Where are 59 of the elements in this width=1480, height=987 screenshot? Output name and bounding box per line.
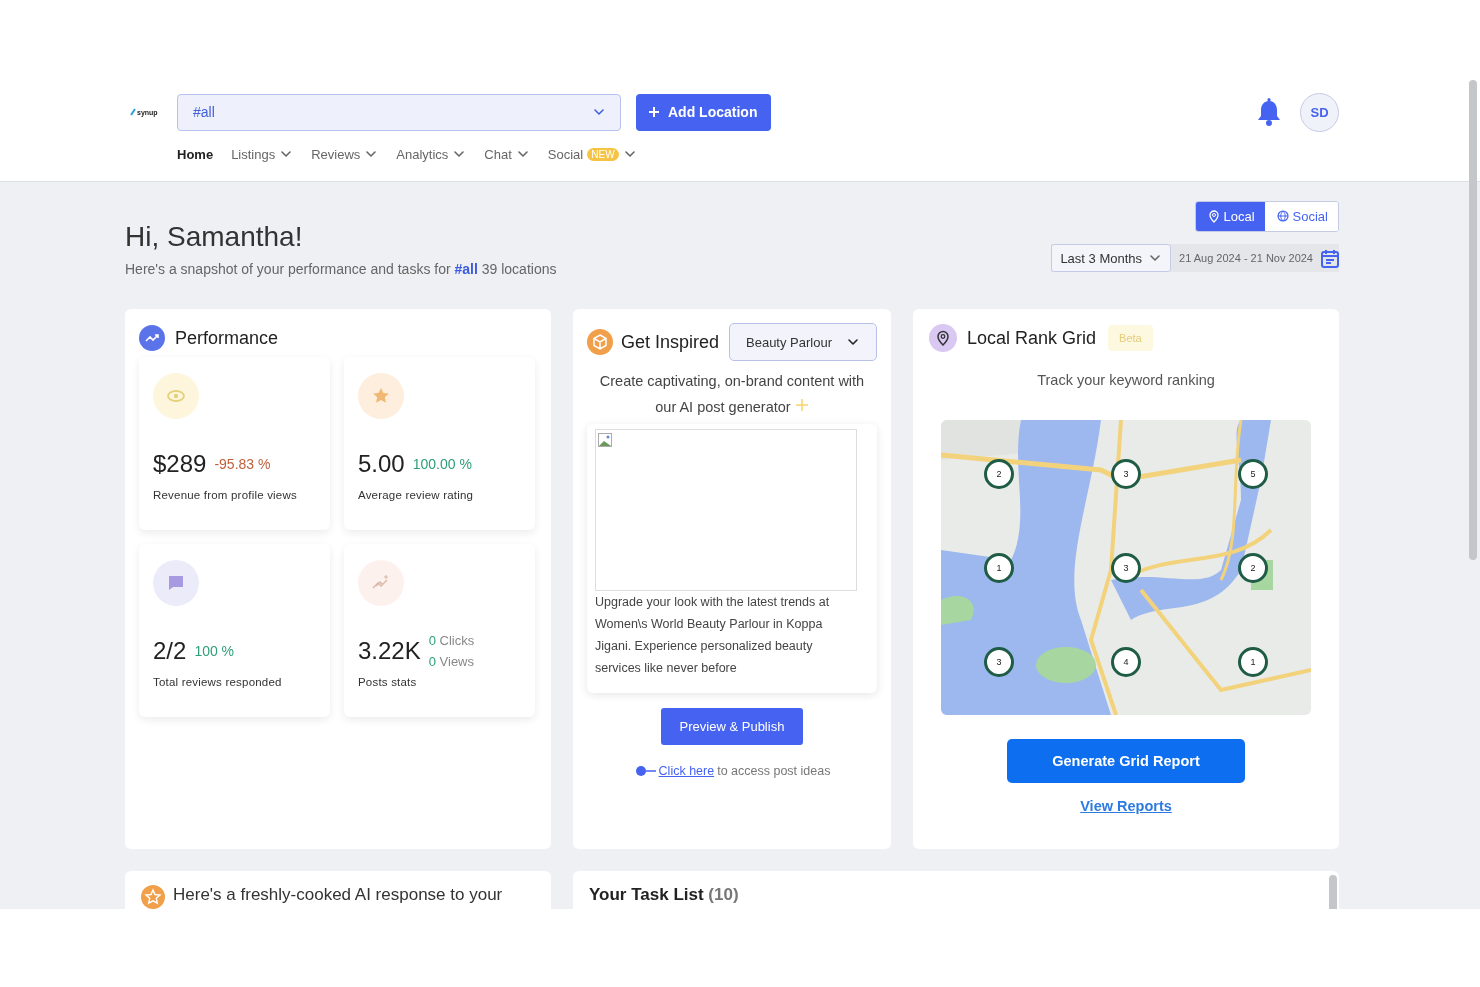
star-icon [372, 387, 390, 405]
plus-icon [648, 106, 660, 118]
date-range: 21 Aug 2024 - 21 Nov 2024 [1178, 252, 1314, 264]
breakdown-text: 0 Views [428, 654, 475, 669]
summary-text: Here's a snapshot of your performance and tasks for #all 39 locations [125, 261, 557, 277]
broken-image-icon [598, 433, 612, 447]
generate-report-button[interactable]: Generate Grid Report [1007, 739, 1245, 783]
card-title: Here's a freshly-cooked AI response to your [173, 885, 503, 905]
calendar-icon[interactable] [1321, 248, 1339, 268]
change-percent: 100 % [194, 643, 235, 659]
stat-value: 2/2 [153, 637, 187, 665]
change-percent: -95.83 % [214, 456, 271, 472]
post-text: Upgrade your look with the latest trends at Women\s World Beauty Parlour in Koppa Jigani. Experience personalized beauty services like never before [595, 594, 831, 677]
globe-icon [1276, 210, 1289, 223]
subtitle-text: Track your keyword ranking [1037, 372, 1215, 388]
card-title: Your Task List (10) [589, 885, 739, 905]
view-reports-link[interactable]: View Reports [1080, 798, 1172, 814]
avatar[interactable]: SD [1300, 92, 1339, 132]
scrollbar[interactable] [1329, 875, 1337, 909]
period-select[interactable]: Last 3 Months [1051, 244, 1172, 272]
card-title: Get Inspired [621, 331, 720, 353]
scrollbar[interactable] [1469, 80, 1477, 560]
stat-value: 5.00 [358, 450, 405, 478]
hint-text: to access post ideas [717, 764, 831, 778]
preview-publish-button[interactable]: Preview & Publish [660, 708, 804, 745]
card-title: Local Rank Grid [967, 327, 1097, 349]
stat-label: Average review rating [358, 489, 475, 501]
nav-tab[interactable]: Home [177, 146, 214, 162]
change-percent: 100.00 % [412, 456, 472, 472]
stat-label: Revenue from profile views [153, 489, 298, 501]
location-select[interactable]: #all [177, 93, 621, 131]
intro-text: Create captivating, on-brand content with our AI post generator [598, 372, 866, 417]
stat-value: 3.22K [358, 637, 421, 665]
chat-icon [167, 574, 185, 592]
nav-tab[interactable]: Chat [484, 146, 530, 162]
add-location-button[interactable]: Add Location [636, 93, 772, 131]
stat-value: $289 [153, 450, 207, 478]
breakdown-text: 0 Clicks [428, 633, 475, 648]
toggle-option[interactable]: Local [1195, 202, 1265, 231]
nav-tab[interactable]: Reviews [311, 146, 379, 162]
stat-label: Posts stats [358, 676, 418, 688]
beta-badge: Beta [1108, 325, 1153, 351]
new-badge: NEW [587, 147, 619, 161]
cube-icon [587, 329, 613, 355]
greeting-heading: Hi, Samantha! [125, 221, 304, 253]
pin-icon [1207, 210, 1220, 223]
stat-label: Total reviews responded [153, 676, 283, 688]
bell-icon[interactable] [1256, 98, 1282, 126]
eye-icon [167, 387, 185, 405]
key-icon [633, 765, 656, 777]
card-title: Performance [175, 327, 279, 349]
pin-icon [929, 324, 957, 352]
category-select[interactable]: Beauty Parlour [729, 323, 877, 361]
nav-tab[interactable]: Analytics [396, 146, 467, 162]
trend-icon [139, 325, 165, 351]
nav-tab[interactable]: Listings [231, 146, 294, 162]
sparkle-icon [794, 398, 809, 412]
click-here-link[interactable]: Click here [658, 764, 715, 778]
nav-tab[interactable]: Social NEW [547, 146, 637, 162]
